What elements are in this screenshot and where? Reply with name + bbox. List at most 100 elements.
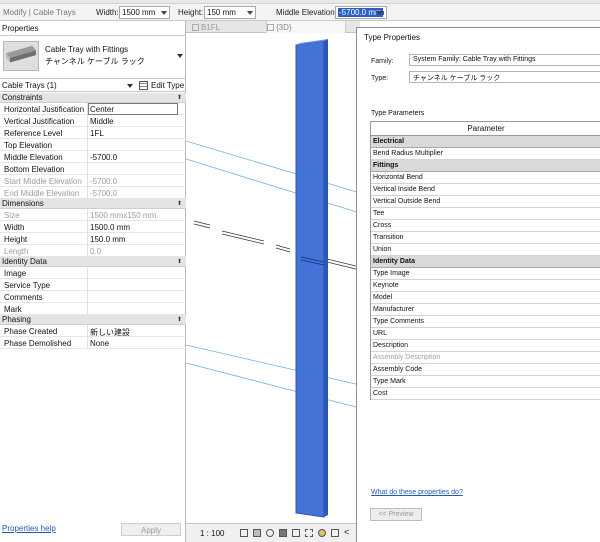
chevron-down-icon (161, 11, 167, 15)
property-row[interactable]: Comments (0, 291, 186, 303)
tab-b1fl[interactable]: B1FL (192, 21, 262, 33)
property-name: Vertical Justification (4, 117, 75, 126)
collapse-icon[interactable]: ⬆ (177, 316, 182, 323)
property-name: Length (4, 247, 29, 256)
divider (87, 325, 88, 337)
group-identity-data[interactable]: Identity Data ⬆ (0, 257, 186, 267)
property-row[interactable]: Width 1500.0 mm (0, 221, 186, 233)
chevron-down-icon[interactable] (127, 84, 133, 88)
detail-level-icon[interactable] (240, 529, 248, 537)
group-label: Identity Data (2, 257, 47, 266)
property-row[interactable]: Phase Created 新しい建設 (0, 325, 186, 337)
temporary-hide-icon[interactable] (318, 529, 326, 537)
family-label: Family: (371, 58, 394, 65)
drawing-canvas[interactable] (186, 33, 360, 523)
parameter-row[interactable]: Vertical Inside Bend (371, 184, 600, 196)
property-name: Service Type (4, 281, 51, 290)
parameter-row[interactable]: Type Image (371, 268, 600, 280)
property-row[interactable]: Mark (0, 303, 186, 315)
width-dropdown[interactable]: 1500 mm (119, 6, 170, 19)
property-value[interactable]: Center (88, 103, 178, 115)
category-filter[interactable]: Cable Trays (1) (2, 81, 57, 90)
group-phasing[interactable]: Phasing ⬆ (0, 315, 186, 325)
property-row[interactable]: Top Elevation (0, 139, 186, 151)
parameter-row[interactable]: Transition (371, 232, 600, 244)
crop-view-icon[interactable] (292, 529, 300, 537)
group-dimensions[interactable]: Dimensions ⬆ (0, 199, 186, 209)
family-field[interactable]: System Family: Cable Tray with Fittings (409, 54, 600, 66)
parameter-row[interactable]: Horizontal Bend (371, 172, 600, 184)
parameter-row[interactable]: Model (371, 292, 600, 304)
width-label: Width: (96, 8, 119, 17)
properties-help-link[interactable]: Properties help (2, 524, 56, 533)
edit-type-icon[interactable] (139, 81, 148, 90)
property-value[interactable]: 150.0 mm (90, 235, 126, 244)
crop-region-icon[interactable] (305, 529, 313, 537)
middle-elevation-input[interactable]: -5700.0 mm (335, 6, 387, 19)
mode-label: Modify | Cable Trays (3, 8, 76, 17)
height-label: Height: (178, 8, 204, 17)
parameter-row[interactable]: Type Comments (371, 316, 600, 328)
property-value[interactable]: None (90, 339, 109, 348)
sun-path-icon[interactable] (266, 529, 274, 537)
parameter-row[interactable]: Vertical Outside Bend (371, 196, 600, 208)
edit-type-button[interactable]: Edit Type (151, 81, 184, 90)
parameter-row[interactable]: Cross (371, 220, 600, 232)
what-do-these-properties-do-link[interactable]: What do these properties do? (371, 489, 463, 496)
model-view (186, 39, 360, 518)
type-properties-dialog: Type Properties Family: System Family: C… (356, 27, 600, 542)
type-field[interactable]: チャンネル ケーブル ラック (409, 71, 600, 83)
property-row[interactable]: Service Type (0, 279, 186, 291)
divider (87, 175, 88, 187)
type-label: Type: (371, 75, 389, 82)
visual-style-icon[interactable] (253, 529, 261, 537)
property-row[interactable]: Middle Elevation -5700.0 (0, 151, 186, 163)
property-value[interactable]: 1500.0 mm (90, 223, 130, 232)
apply-button[interactable]: Apply (121, 523, 181, 536)
property-value: 0.0 (90, 247, 102, 256)
property-row[interactable]: Bottom Elevation (0, 163, 186, 175)
divider (87, 233, 88, 245)
height-value: 150 mm (207, 8, 236, 17)
parameter-row[interactable]: Assembly Code (371, 364, 600, 376)
parameter-group-identity-data: Identity Data (371, 256, 600, 268)
view-scale[interactable]: 1 : 100 (200, 529, 224, 538)
reveal-hidden-icon[interactable] (331, 529, 339, 537)
type-selector[interactable]: Cable Tray with Fittings チャンネル ケーブル ラック (0, 36, 186, 79)
parameter-row[interactable]: Tee (371, 208, 600, 220)
group-constraints[interactable]: Constraints ⬆ (0, 93, 186, 103)
group-label: Phasing (2, 315, 31, 324)
divider (87, 267, 88, 279)
tab-3d[interactable]: {3D} (266, 21, 346, 33)
height-dropdown[interactable]: 150 mm (204, 6, 256, 19)
collapse-icon[interactable]: ⬆ (177, 258, 182, 265)
parameter-row[interactable]: Description (371, 340, 600, 352)
parameter-row[interactable]: Bend Radius Multiplier (371, 148, 600, 160)
property-row[interactable]: Horizontal Justification Center (0, 103, 186, 115)
property-row[interactable]: Height 150.0 mm (0, 233, 186, 245)
property-value[interactable]: Middle (90, 117, 114, 126)
property-name: Bottom Elevation (4, 165, 65, 174)
parameter-row[interactable]: URL (371, 328, 600, 340)
parameter-row[interactable]: Type Mark (371, 376, 600, 388)
collapse-icon[interactable]: ⬆ (177, 200, 182, 207)
parameter-row[interactable]: Manufacturer (371, 304, 600, 316)
shadows-icon[interactable] (279, 529, 287, 537)
parameter-row[interactable]: Cost (371, 388, 600, 400)
type-selector-family: Cable Tray with Fittings (45, 45, 129, 54)
property-row[interactable]: Vertical Justification Middle (0, 115, 186, 127)
property-row[interactable]: Image (0, 267, 186, 279)
preview-button[interactable]: << Preview (370, 508, 422, 521)
property-value[interactable]: 1FL (90, 129, 104, 138)
grid-line (186, 344, 360, 386)
parameter-row[interactable]: Keynote (371, 280, 600, 292)
chevron-left-icon[interactable]: < (344, 527, 352, 537)
tab-label: B1FL (201, 23, 221, 32)
collapse-icon[interactable]: ⬆ (177, 94, 182, 101)
property-row[interactable]: Reference Level 1FL (0, 127, 186, 139)
property-value[interactable]: -5700.0 (90, 153, 117, 162)
cable-tray[interactable] (295, 40, 325, 518)
property-row: Size 1500 mmx150 mm (0, 209, 186, 221)
property-row[interactable]: Phase Demolished None (0, 337, 186, 349)
parameter-row[interactable]: Union (371, 244, 600, 256)
